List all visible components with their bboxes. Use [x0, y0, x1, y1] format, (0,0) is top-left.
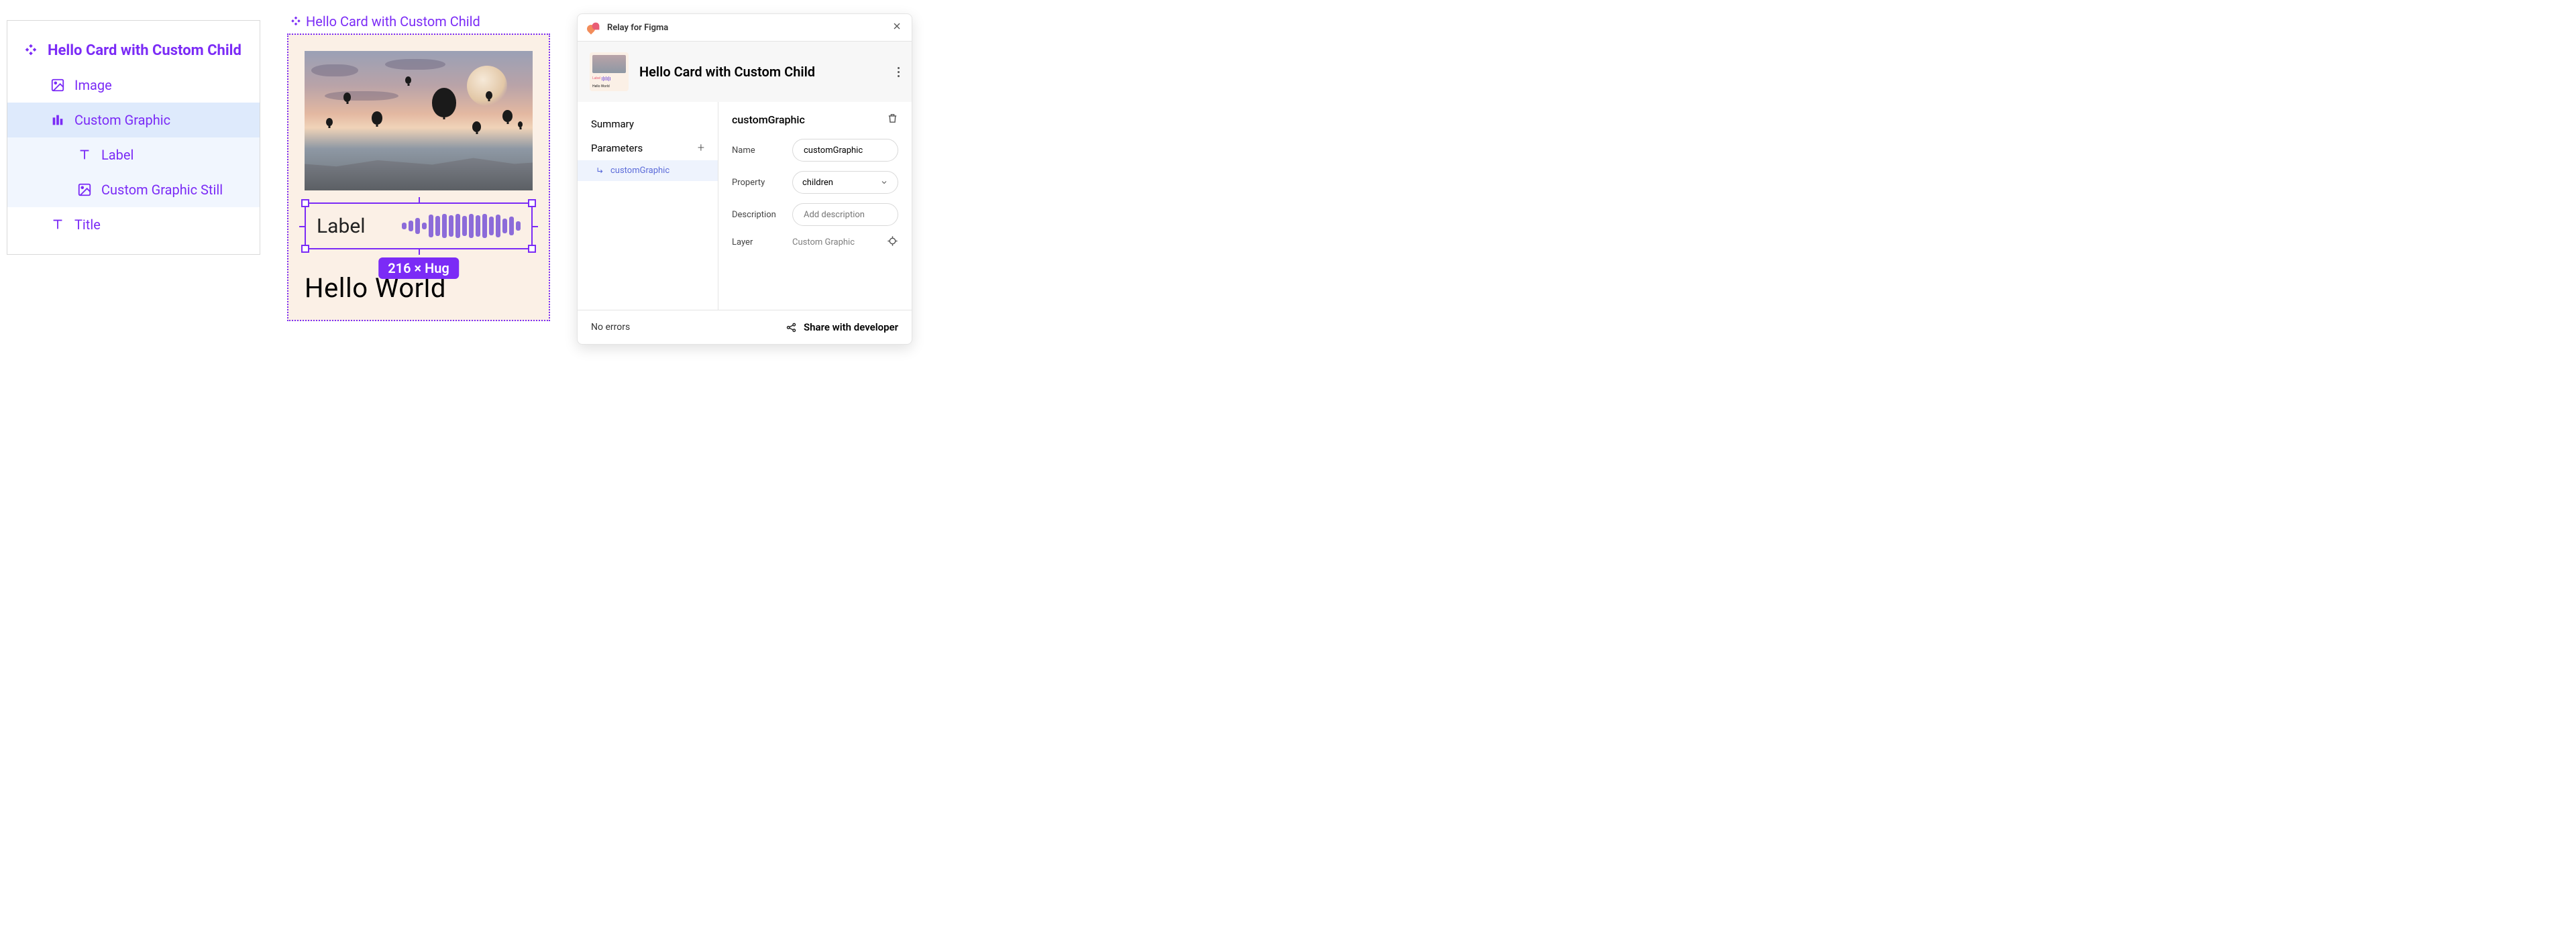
sidebar-summary[interactable]: Summary: [578, 113, 718, 135]
description-field-label: Description: [732, 210, 784, 220]
waveform-graphic: [386, 214, 521, 238]
share-icon: [786, 322, 797, 333]
locate-layer-button[interactable]: [887, 235, 898, 249]
property-select-value: children: [802, 178, 833, 188]
text-icon: [50, 217, 65, 232]
property-field-label: Property: [732, 178, 784, 188]
canvas-card[interactable]: Label 216 × Hug Hello World: [287, 34, 550, 321]
close-button[interactable]: [892, 21, 902, 34]
component-icon: [290, 15, 302, 27]
plugin-footer: No errors Share with developer: [578, 310, 912, 344]
layer-image-label: Image: [74, 77, 112, 93]
delete-parameter-button[interactable]: [887, 113, 898, 127]
sidebar-summary-label: Summary: [591, 118, 634, 130]
layer-field-label: Layer: [732, 237, 784, 247]
component-thumbnail: Label Hello World: [590, 52, 629, 91]
resize-handle-br[interactable]: [528, 245, 536, 253]
details-heading: customGraphic: [732, 113, 805, 126]
component-icon: [23, 43, 38, 58]
share-button-label: Share with developer: [804, 321, 898, 333]
plugin-body: Summary Parameters + customGraphic custo…: [578, 102, 912, 310]
edge-tick-right[interactable]: [531, 226, 538, 227]
sidebar-param-label: customGraphic: [610, 166, 669, 176]
layer-root[interactable]: Hello Card with Custom Child: [7, 33, 260, 68]
sidebar-param-customgraphic[interactable]: customGraphic: [578, 160, 718, 181]
canvas-header[interactable]: Hello Card with Custom Child: [287, 13, 550, 30]
plugin-component-title: Hello Card with Custom Child: [639, 64, 815, 80]
status-no-errors: No errors: [591, 322, 630, 333]
canvas-header-label: Hello Card with Custom Child: [306, 13, 480, 30]
layer-label[interactable]: Label: [7, 137, 260, 172]
canvas-wrap: Hello Card with Custom Child: [287, 13, 550, 321]
layer-title[interactable]: Title: [7, 207, 260, 242]
add-parameter-icon[interactable]: +: [698, 141, 704, 155]
more-menu-button[interactable]: [898, 67, 900, 77]
layer-custom-graphic-label: Custom Graphic: [74, 112, 170, 128]
resize-handle-bl[interactable]: [301, 245, 309, 253]
relay-logo-icon: [587, 21, 600, 34]
layer-custom-graphic-still[interactable]: Custom Graphic Still: [7, 172, 260, 207]
property-select[interactable]: children: [792, 171, 898, 194]
child-arrow-icon: [596, 166, 605, 175]
share-with-developer-button[interactable]: Share with developer: [786, 321, 898, 333]
image-icon: [77, 182, 92, 197]
edge-tick-top[interactable]: [419, 197, 420, 204]
description-input[interactable]: [792, 203, 898, 226]
layer-still-label: Custom Graphic Still: [101, 182, 223, 198]
layer-title-label: Title: [74, 217, 101, 233]
layer-custom-graphic[interactable]: Custom Graphic: [7, 103, 260, 137]
layer-root-label: Hello Card with Custom Child: [48, 42, 241, 59]
bars-icon: [50, 113, 65, 127]
plugin-sidebar: Summary Parameters + customGraphic: [578, 102, 718, 310]
edge-tick-left[interactable]: [299, 226, 306, 227]
resize-handle-tl[interactable]: [301, 199, 309, 207]
name-input-value[interactable]: [802, 145, 888, 156]
name-field-label: Name: [732, 145, 784, 156]
plugin-header: Label Hello World Hello Card with Custom…: [578, 42, 912, 102]
resize-handle-tr[interactable]: [528, 199, 536, 207]
selection-custom-graphic[interactable]: Label 216 × Hug: [305, 202, 533, 249]
layer-image[interactable]: Image: [7, 68, 260, 103]
layer-label-label: Label: [101, 147, 133, 163]
layer-field-value: Custom Graphic: [792, 237, 855, 247]
description-input-value[interactable]: [802, 209, 888, 221]
dimension-pill: 216 × Hug: [378, 257, 459, 279]
image-icon: [50, 78, 65, 93]
layer-tree-panel: Hello Card with Custom Child Image Custo…: [7, 20, 260, 255]
plugin-brand-name: Relay for Figma: [607, 23, 668, 33]
hero-image: [305, 51, 533, 190]
sidebar-parameters-label: Parameters: [591, 142, 643, 154]
text-icon: [77, 148, 92, 162]
name-input[interactable]: [792, 139, 898, 162]
edge-tick-bottom[interactable]: [419, 248, 420, 255]
chevron-down-icon: [880, 178, 888, 186]
selection-label-text: Label: [317, 215, 366, 238]
plugin-details: customGraphic Name Property children Des…: [718, 102, 912, 310]
plugin-titlebar: Relay for Figma: [578, 14, 912, 42]
sidebar-parameters[interactable]: Parameters +: [578, 135, 718, 160]
relay-plugin-panel: Relay for Figma Label Hello World Hello …: [577, 13, 912, 345]
